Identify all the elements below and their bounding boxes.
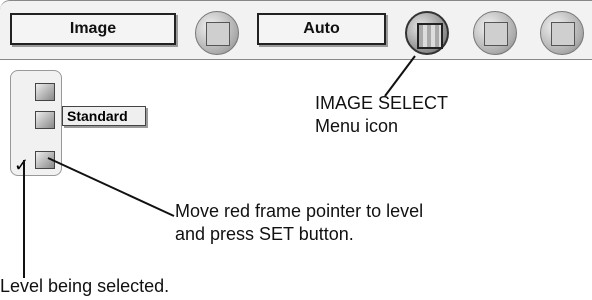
image-button[interactable]: Image — [10, 13, 176, 45]
level-icon-standard[interactable] — [35, 111, 55, 129]
move-caption-line2: and press SET button. — [175, 224, 354, 245]
screen-icon[interactable] — [540, 11, 584, 55]
callout-move-pointer — [47, 157, 175, 217]
standard-label: Standard — [62, 106, 146, 126]
image-select-icon-inner — [417, 23, 443, 49]
level-caption: Level being selected. — [0, 276, 170, 296]
color-icon[interactable] — [473, 11, 517, 55]
menu-icon-caption-line2: Menu icon — [315, 116, 399, 137]
image-select-menu-icon[interactable] — [405, 11, 449, 55]
menu-bar: Image Auto — [0, 0, 592, 60]
move-pointer-caption: Move red frame pointer to level and pres… — [175, 200, 423, 247]
check-icon: ✓ — [14, 155, 30, 175]
pc-adjust-icon[interactable] — [195, 11, 239, 55]
menu-icon-caption: IMAGE SELECT Menu icon — [315, 92, 448, 139]
color-icon-inner — [484, 22, 508, 46]
image-select-panel: ✓ — [10, 70, 62, 176]
screen-icon-inner — [551, 22, 575, 46]
callout-menu-icon — [384, 55, 416, 97]
menu-icon-caption-line1: IMAGE SELECT — [315, 93, 449, 113]
pc-adjust-icon-inner — [206, 22, 230, 46]
level-icon-top[interactable] — [35, 83, 55, 101]
level-icon-selected[interactable] — [35, 151, 55, 169]
auto-button[interactable]: Auto — [257, 13, 386, 45]
move-caption-line1: Move red frame pointer to level — [175, 201, 424, 221]
